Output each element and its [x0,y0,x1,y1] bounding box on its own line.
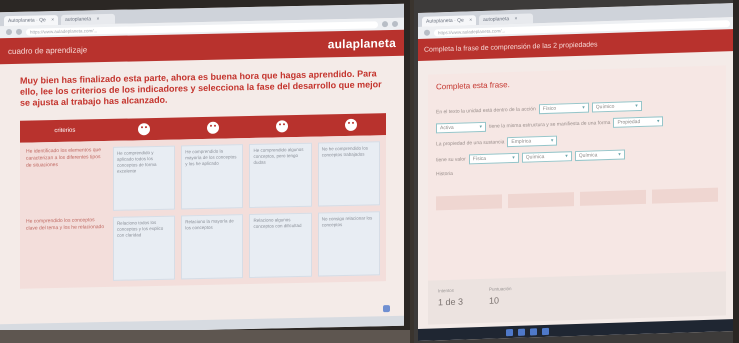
tab-2[interactable]: autoplaneta × [479,13,533,26]
dropdown-value: Química [525,153,545,161]
sentence-2: Activa ▾ tiene la misma estructura y se m… [436,115,718,134]
criterion-text: He comprendido los conceptos clave del t… [26,217,105,232]
stat-value: 10 [489,295,500,306]
dropdown[interactable]: Física ▾ [468,152,519,165]
dropdown[interactable]: Activa ▾ [436,121,486,134]
criterion-text: He identificado los elementos que caract… [26,147,102,169]
tab-2[interactable]: autoplaneta × [61,13,115,25]
sentence-text: La propiedad de una sustancia [436,138,505,147]
rubric-option[interactable]: He comprendido y aplicado todos los conc… [112,145,176,211]
dropdown[interactable]: Propiedad ▾ [613,116,664,128]
tab-1[interactable]: Autoplaneta · Qe × [422,15,476,27]
menu-icon[interactable] [392,20,398,28]
answer-slot[interactable] [652,187,718,204]
folder-icon[interactable] [530,327,537,335]
sad-face-icon [317,118,386,131]
dropdown[interactable]: Química ▾ [521,151,572,163]
photo-left: Autoplaneta · Qe × autoplaneta × https:/… [0,0,410,343]
tab-1[interactable]: Autoplaneta · Qe × [4,15,58,27]
chevron-down-icon: ▾ [635,102,638,109]
rubric-grid: He identificado los elementos que caract… [20,135,386,289]
neutral-face-icon [248,120,317,133]
close-icon[interactable]: × [469,17,472,23]
answer-slot[interactable] [436,194,502,211]
instructions: Muy bien has finalizado esta parte, ahor… [20,68,382,108]
sentence-4: tiene su valor Física ▾ Química ▾ Química ▾ [436,147,718,166]
chevron-down-icon: ▾ [565,152,568,159]
dropdown[interactable]: Empírica ▾ [507,135,558,148]
chevron-down-icon: ▾ [512,154,515,161]
dropdown[interactable]: Físico ▾ [538,102,589,115]
exercise-panel: Completa esta frase. En el texto la unid… [428,65,726,285]
dropdown[interactable]: Químico ▾ [591,100,642,113]
rubric-option[interactable]: He comprendido algunos conceptos, pero t… [249,142,312,209]
desk-surface [0,330,410,343]
sentence-text: tiene su valor [436,155,466,163]
attempts-stat: Intentos 1 de 3 [438,288,463,317]
dropdown-value: Química [578,151,598,159]
close-icon[interactable]: × [51,17,54,23]
dropdown-value: Físico [542,105,557,112]
section-title: Completa esta frase. [436,80,510,92]
sentence-text: tiene la misma estructura y se manifiest… [489,119,611,130]
browser-window: Autoplaneta · Qe × autoplaneta × https:/… [418,3,736,341]
extra-text: Historia [436,163,718,179]
rubric-option[interactable]: No consigo relacionar los conceptos [317,211,380,277]
dropdown[interactable]: Química ▾ [574,149,625,162]
app-icon[interactable] [542,327,549,335]
dropdown-value: Activa [440,124,454,131]
start-icon[interactable] [506,328,513,336]
app-title: cuadro de aprendizaje [8,44,88,56]
dropdown-value: Químico [595,103,615,110]
very-happy-face-icon [110,122,179,136]
monitor-bezel [733,0,739,343]
dropdown-value: Empírica [511,137,532,145]
rubric-option[interactable]: No he comprendido los conceptos trabajad… [317,141,380,207]
photo-right: Autoplaneta · Qe × autoplaneta × https:/… [414,0,739,343]
rubric-option[interactable]: He comprendido la mayoría de los concept… [181,144,244,210]
brand-logo[interactable]: aulaplaneta [328,36,396,51]
tab-label: autoplaneta [483,16,510,23]
sentence-1: En el texto la unidad está dentro de la … [436,99,718,118]
tab-label: Autoplaneta · Qe [426,17,464,25]
stat-label: Intentos [438,287,455,294]
close-icon[interactable]: × [97,16,100,22]
happy-face-icon [179,121,248,134]
star-icon[interactable] [382,21,388,28]
results-footer: Intentos 1 de 3 Puntuación 10 [428,271,726,325]
chevron-down-icon: ▾ [656,117,660,124]
stat-label: Puntuación [489,286,512,292]
browser-icon[interactable] [518,328,525,336]
tab-label: autoplaneta [65,16,92,23]
dropdown-value: Física [472,155,487,162]
chevron-down-icon: ▾ [550,137,554,144]
extra-text-label: Historia [436,170,453,178]
close-icon[interactable]: × [515,16,518,22]
rubric-option[interactable]: Relaciono todos los conceptos y los expl… [112,215,176,281]
sentence-text: En el texto la unidad está dentro de la … [436,105,536,115]
chevron-down-icon: ▾ [582,104,585,111]
rubric-option[interactable]: Relaciono algunos conceptos con dificult… [249,212,312,279]
criteria-column-header: criterios [54,127,76,135]
browser-window: Autoplaneta · Qe × autoplaneta × https:/… [0,3,404,335]
stat-value: 1 de 3 [438,296,464,308]
score-stat: Puntuación 10 [489,286,512,315]
tab-label: Autoplaneta · Qe [8,17,46,25]
answer-slots [436,187,718,211]
back-icon[interactable] [424,29,430,36]
dropdown-value: Propiedad [617,118,641,126]
answer-slot[interactable] [580,189,646,206]
back-icon[interactable] [6,28,12,36]
chevron-down-icon: ▾ [479,123,482,130]
forward-icon[interactable] [16,28,22,35]
sentence-3: La propiedad de una sustancia Empírica ▾ [436,131,718,150]
answer-slot[interactable] [508,192,574,209]
chevron-down-icon: ▾ [618,151,621,158]
rubric-option[interactable]: Relaciono la mayoría de los conceptos [181,214,244,280]
scroll-up-icon[interactable] [383,305,390,313]
